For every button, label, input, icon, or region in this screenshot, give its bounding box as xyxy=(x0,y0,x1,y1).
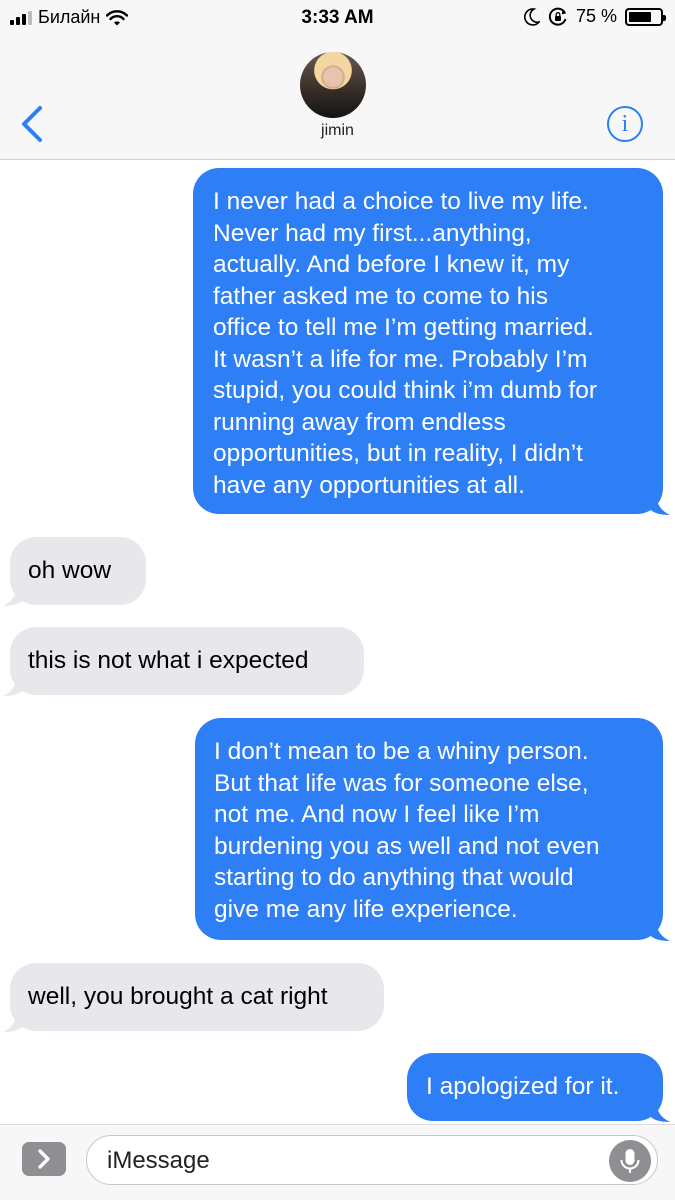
status-bar: Билайн 3:33 AM 75 % xyxy=(0,0,675,36)
message-bubble-outgoing[interactable]: I never had a choice to live my life. Ne… xyxy=(193,168,670,515)
bubble-tail xyxy=(650,1100,670,1122)
info-icon[interactable]: i xyxy=(607,106,643,142)
message-line: I never had a choice to live my life. xyxy=(213,188,589,215)
message-bubble-outgoing[interactable]: I apologized for it. xyxy=(407,1053,670,1122)
contact-avatar[interactable] xyxy=(300,52,366,118)
message-line: It wasn’t a life for me. Probably I’m xyxy=(213,345,588,373)
message-input[interactable] xyxy=(107,1144,587,1178)
message-bubble-incoming[interactable]: well, you brought a cat right xyxy=(3,963,384,1032)
moon-icon xyxy=(524,7,540,26)
message-line: actually. And before I knew it, my xyxy=(213,251,570,278)
message-line: this is not what i expected xyxy=(28,647,309,674)
message-line: I apologized for it. xyxy=(426,1073,620,1100)
message-field[interactable] xyxy=(86,1135,658,1185)
message-line: But that life was for someone else, xyxy=(214,769,589,797)
message-bubble-incoming[interactable]: this is not what i expected xyxy=(3,627,364,696)
dictation-button[interactable] xyxy=(609,1140,651,1182)
battery-icon xyxy=(625,7,666,26)
message-line: oh wow xyxy=(28,557,112,584)
message-line: I don’t mean to be a whiny person. xyxy=(214,738,589,765)
message-line: well, you brought a cat right xyxy=(28,983,328,1010)
bubble-tail xyxy=(3,674,23,696)
message-line: Never had my first...anything, xyxy=(213,219,532,247)
message-line: opportunities, but in reality, I didn’t xyxy=(213,440,583,467)
rotation-lock-icon xyxy=(548,7,567,26)
messages-screen: Билайн 3:33 AM 75 % jimin i I never had … xyxy=(0,0,675,1200)
expand-apps-button[interactable] xyxy=(22,1142,66,1176)
message-bubble-incoming[interactable]: oh wow xyxy=(3,537,146,606)
message-line: office to tell me I’m getting married. xyxy=(213,314,594,341)
message-line: not me. And now I feel like I’m xyxy=(214,801,540,828)
bubble-tail xyxy=(3,584,23,606)
microphone-icon xyxy=(620,1149,640,1173)
conversation-header: jimin i xyxy=(0,36,675,160)
message-line: burdening you as well and not even xyxy=(214,832,600,860)
message-line: father asked me to come to his xyxy=(213,282,548,310)
bubble-tail xyxy=(3,1010,23,1032)
bubble-tail xyxy=(650,493,670,515)
message-line: starting to do anything that would xyxy=(214,864,574,891)
battery-percent: 75 % xyxy=(575,6,617,26)
contact-name[interactable]: jimin xyxy=(0,122,675,140)
bubble-tail xyxy=(650,919,670,941)
message-line: running away from endless xyxy=(213,408,506,436)
message-line: give me any life experience. xyxy=(214,895,518,923)
message-bubble-outgoing[interactable]: I don’t mean to be a whiny person. But t… xyxy=(195,718,670,941)
message-line: have any opportunities at all. xyxy=(213,471,525,499)
status-right: 75 % xyxy=(524,6,666,27)
chevron-right-icon xyxy=(38,1149,50,1169)
input-bar xyxy=(0,1124,675,1200)
battery-fill xyxy=(629,11,651,22)
message-line: stupid, you could think i’m dumb for xyxy=(213,377,598,404)
